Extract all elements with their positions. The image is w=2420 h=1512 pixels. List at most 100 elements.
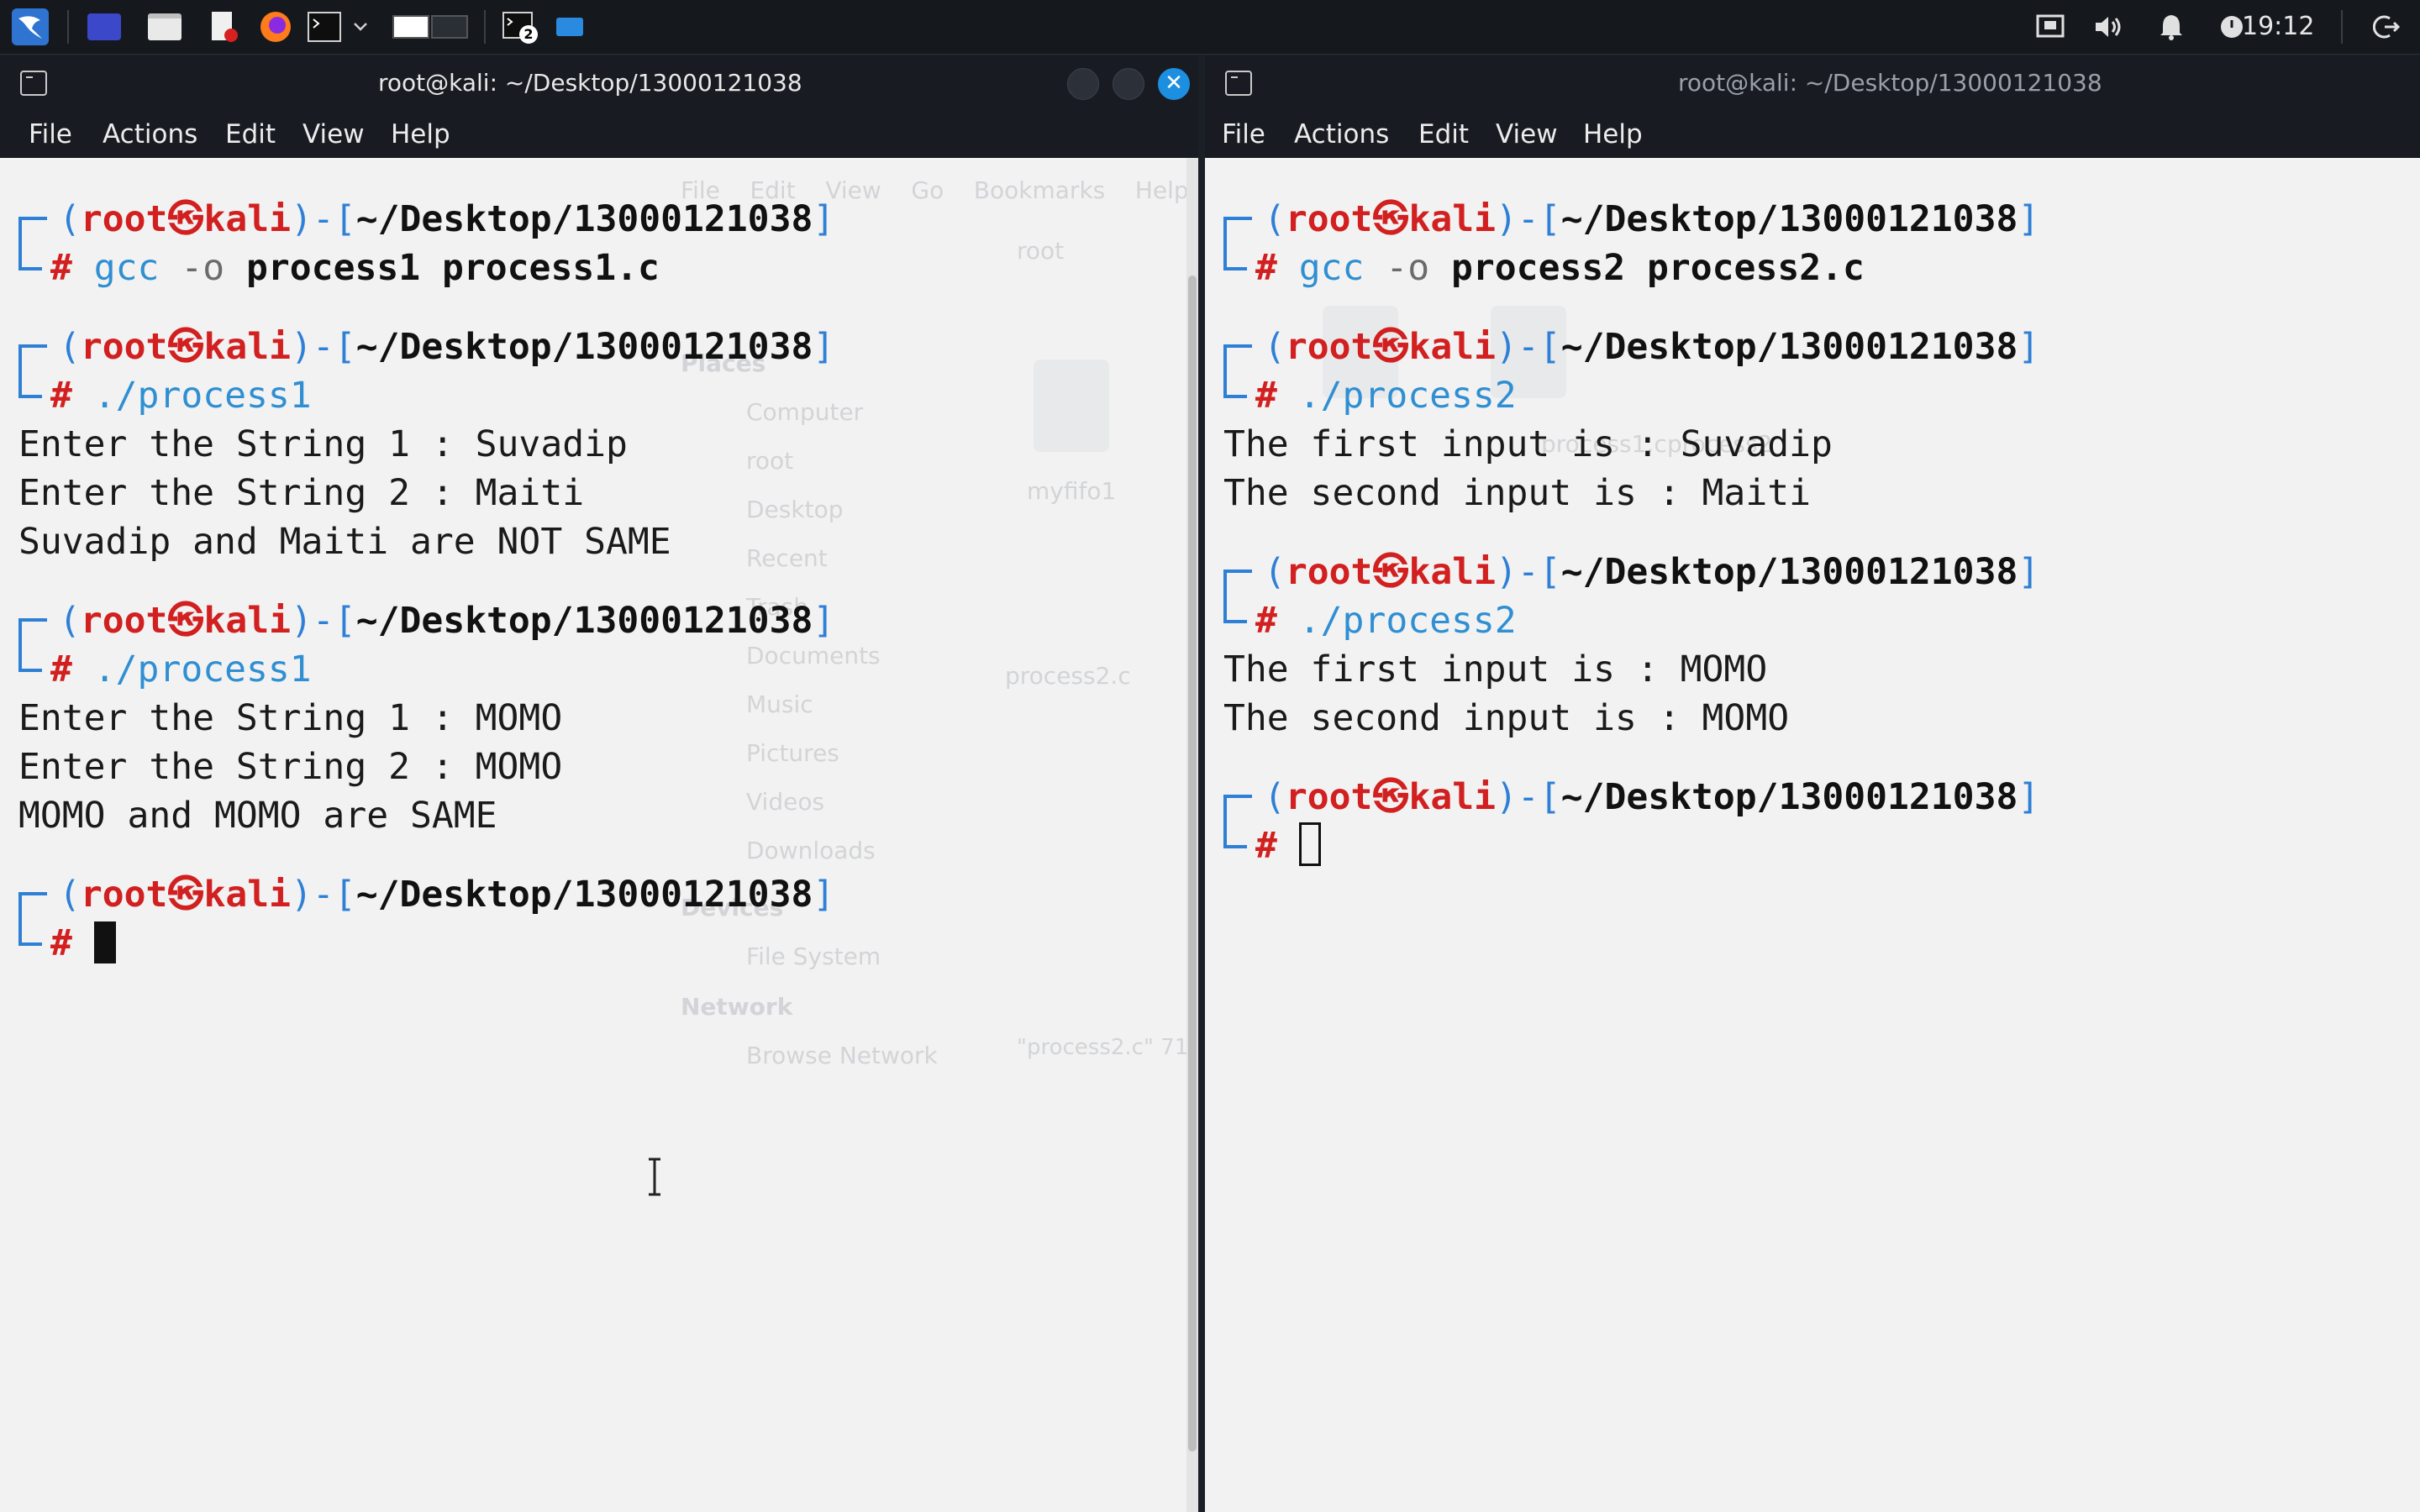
- output-line: Enter the String 2 : Maiti: [18, 472, 585, 514]
- prompt-hash: #: [50, 648, 72, 690]
- prompt-paren: ]: [2018, 198, 2040, 240]
- terminal-window-left[interactable]: root@kali: ~/Desktop/13000121038 ✕ File …: [0, 55, 1198, 1512]
- scrollbar[interactable]: [1186, 158, 1198, 1512]
- kali-skull-icon: ㉿: [1372, 551, 1409, 593]
- prompt-paren: )-[: [1496, 776, 1561, 818]
- prompt-user: root: [1285, 198, 1373, 240]
- prompt-host: kali: [203, 326, 292, 368]
- command-text: gcc: [93, 247, 160, 289]
- prompt-path: ~/Desktop/13000121038: [1560, 326, 2018, 368]
- menu-actions[interactable]: Actions: [103, 111, 197, 158]
- menu-edit[interactable]: Edit: [225, 111, 276, 158]
- prompt-paren: ]: [813, 600, 835, 642]
- kali-skull-icon: ㉿: [167, 600, 204, 642]
- folder-task-icon[interactable]: [551, 8, 588, 45]
- prompt-paren: ]: [2018, 326, 2040, 368]
- prompt-bracket: [18, 618, 47, 647]
- prompt-hash: #: [1255, 247, 1277, 289]
- output-line: MOMO and MOMO are SAME: [18, 795, 497, 837]
- prompt-paren: )-[: [1496, 198, 1561, 240]
- prompt-paren: (: [1264, 776, 1286, 818]
- prompt-user: root: [1285, 326, 1373, 368]
- text-editor-icon[interactable]: [205, 8, 242, 45]
- prompt-user: root: [80, 874, 168, 916]
- prompt-bracket: [1223, 217, 1252, 245]
- menu-file[interactable]: File: [29, 111, 72, 158]
- prompt-bracket: [1223, 795, 1252, 823]
- menubar: File Actions Edit View Help: [0, 111, 1198, 158]
- menu-view[interactable]: View: [1496, 111, 1558, 158]
- prompt-host: kali: [1408, 776, 1497, 818]
- window-divider: [1198, 55, 1205, 1512]
- output-line: Enter the String 1 : Suvadip: [18, 423, 628, 465]
- menu-help[interactable]: Help: [391, 111, 450, 158]
- terminal-window-icon: [20, 71, 47, 96]
- prompt-paren: (: [59, 198, 81, 240]
- prompt-header: (root㉿kali)-[~/Desktop/13000121038]: [1264, 548, 2039, 596]
- command-line[interactable]: # gcc -o process2 process2.c: [1255, 244, 1865, 292]
- prompt-bracket: [18, 643, 42, 672]
- window-title: root@kali: ~/Desktop/13000121038: [378, 69, 802, 97]
- menu-view[interactable]: View: [302, 111, 365, 158]
- prompt-header: (root㉿kali)-[~/Desktop/13000121038]: [59, 870, 834, 919]
- prompt-paren: )-[: [291, 874, 356, 916]
- scrollbar-thumb[interactable]: [1188, 276, 1197, 1452]
- terminal-window-icon: [1225, 71, 1252, 96]
- terminal-cursor: [1298, 822, 1321, 866]
- menu-file[interactable]: File: [1222, 111, 1265, 158]
- firefox-icon[interactable]: [257, 8, 294, 45]
- ghost-file-label: process2.c: [1005, 662, 1131, 690]
- workspace-switcher-icon[interactable]: [390, 8, 471, 45]
- prompt-path: ~/Desktop/13000121038: [355, 326, 813, 368]
- file-manager-icon[interactable]: [146, 8, 183, 45]
- command-line[interactable]: # ./process2: [1255, 596, 1517, 645]
- prompt-paren: ]: [813, 198, 835, 240]
- terminal-output[interactable]: File Edit View Go Bookmarks Help root Pl…: [0, 158, 1198, 1512]
- window-title: root@kali: ~/Desktop/13000121038: [1678, 69, 2102, 97]
- terminal-window-right[interactable]: root@kali: ~/Desktop/13000121038 File Ac…: [1205, 55, 2420, 1512]
- command-line[interactable]: #: [50, 919, 116, 968]
- prompt-paren: )-[: [1496, 326, 1561, 368]
- workspace-icon[interactable]: [86, 8, 123, 45]
- network-icon[interactable]: [2032, 8, 2069, 45]
- prompt-bracket: [18, 917, 42, 946]
- titlebar[interactable]: root@kali: ~/Desktop/13000121038: [1205, 55, 2420, 111]
- ghost-place: Desktop: [746, 496, 844, 523]
- prompt-bracket: [1223, 570, 1252, 598]
- logout-icon[interactable]: [2368, 8, 2405, 45]
- prompt-path: ~/Desktop/13000121038: [355, 874, 813, 916]
- terminal-icon[interactable]: [306, 8, 343, 45]
- prompt-header: (root㉿kali)-[~/Desktop/13000121038]: [59, 596, 834, 645]
- kali-menu-icon[interactable]: [12, 8, 49, 45]
- menu-help[interactable]: Help: [1583, 111, 1643, 158]
- prompt-paren: ]: [813, 874, 835, 916]
- notification-bell-icon[interactable]: [2153, 8, 2190, 45]
- command-line[interactable]: # ./process2: [1255, 371, 1517, 420]
- terminal-output[interactable]: process1.c process2 (root㉿kali)-[~/Deskt…: [1205, 158, 2420, 1512]
- prompt-user: root: [1285, 776, 1373, 818]
- prompt-paren: ]: [813, 326, 835, 368]
- titlebar[interactable]: root@kali: ~/Desktop/13000121038 ✕: [0, 55, 1198, 111]
- prompt-path: ~/Desktop/13000121038: [355, 600, 813, 642]
- minimize-button[interactable]: [1067, 68, 1099, 100]
- maximize-button[interactable]: [1113, 68, 1144, 100]
- output-line: The first input is : MOMO: [1223, 648, 1768, 690]
- prompt-bracket: [1223, 820, 1247, 848]
- close-button[interactable]: ✕: [1158, 68, 1190, 100]
- command-line[interactable]: #: [1255, 822, 1321, 870]
- menu-edit[interactable]: Edit: [1418, 111, 1469, 158]
- command-line[interactable]: # ./process1: [50, 645, 312, 694]
- prompt-hash: #: [1255, 825, 1277, 867]
- output-line: Suvadip and Maiti are NOT SAME: [18, 521, 671, 563]
- volume-icon[interactable]: [2091, 8, 2128, 45]
- ghost-place: Music: [746, 690, 813, 718]
- prompt-header: (root㉿kali)-[~/Desktop/13000121038]: [59, 323, 834, 371]
- command-line[interactable]: # gcc -o process1 process1.c: [50, 244, 660, 292]
- menu-actions[interactable]: Actions: [1294, 111, 1389, 158]
- chevron-down-icon[interactable]: [346, 8, 375, 45]
- clock[interactable]: 19:12: [2242, 0, 2314, 54]
- command-args: process1 process1.c: [246, 247, 660, 289]
- prompt-hash: #: [1255, 375, 1277, 417]
- command-line[interactable]: # ./process1: [50, 371, 312, 420]
- terminal-task-icon[interactable]: 2: [501, 8, 538, 45]
